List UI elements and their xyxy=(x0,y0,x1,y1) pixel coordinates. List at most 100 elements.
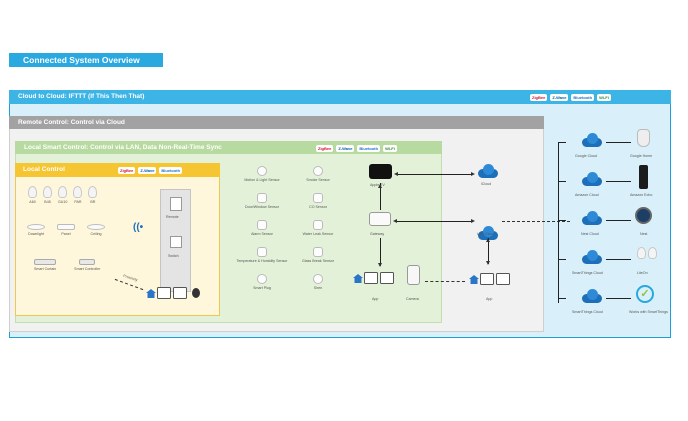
wireless-signal-icon: ((• xyxy=(133,222,144,233)
plug-icon xyxy=(257,274,267,284)
remote-control-header: Remote Control: Control via Cloud xyxy=(9,116,544,129)
smartthings-cloud-icon xyxy=(580,288,604,303)
alarm-sensor-icon xyxy=(257,220,267,230)
camera-app-link xyxy=(425,281,465,282)
arrow-down-icon xyxy=(378,263,382,267)
camera-icon xyxy=(407,265,420,285)
cloud-row: Nest Cloud Nest xyxy=(558,206,666,245)
arrow-down-icon xyxy=(486,261,490,265)
bulb-par: PAR xyxy=(73,186,83,204)
tv-icloud-link xyxy=(396,174,472,175)
temperature-sensor-icon xyxy=(257,247,267,257)
remote-label: Remote xyxy=(166,215,179,219)
siren-icon xyxy=(313,274,323,284)
smart-controller: Smart Controller xyxy=(74,259,100,271)
bulb-a60: A60 xyxy=(28,186,37,204)
bulb-row: A60 B45 GU10 PAR BR xyxy=(28,186,98,204)
page-title: Connected System Overview xyxy=(9,53,163,67)
bulb-icon xyxy=(58,186,68,198)
bulb-icon xyxy=(73,186,83,198)
cloud-row: Google Cloud Google Home xyxy=(558,128,666,167)
gateway-ledcloud-link xyxy=(395,221,472,222)
camera-label: Camera xyxy=(406,297,419,301)
liteon-bulbs xyxy=(637,247,657,259)
google-home-icon xyxy=(637,129,650,147)
gateway-app-link xyxy=(380,238,381,266)
gateway-icon xyxy=(369,212,391,226)
tablet-icon xyxy=(364,272,378,284)
apple-tv-icon xyxy=(369,164,392,179)
led-cloud-label: LED Cloud xyxy=(477,232,495,236)
smart-protocols: ZigBee Z-Wave Bluetooth Wi-Fi xyxy=(316,145,397,152)
bluetooth-logo: Bluetooth xyxy=(571,94,595,101)
tablet-icon xyxy=(173,287,187,299)
zigbee-logo: ZigBee xyxy=(316,145,334,152)
cloud-row: SmartThings Cloud ✓ Works with SmartThin… xyxy=(558,284,668,323)
motion-sensor-icon xyxy=(257,166,267,176)
bulb-icon xyxy=(43,186,52,198)
cloud-bus xyxy=(558,143,559,303)
nest-thermostat-icon xyxy=(635,207,652,224)
sensor-door: Door/Window Sensor xyxy=(232,193,292,209)
sensor-water: Water Leak Sensor xyxy=(292,220,344,236)
downlight-icon xyxy=(27,224,45,230)
ledcloud-cloud-link xyxy=(502,221,570,222)
smartthings-cloud-icon xyxy=(580,249,604,264)
tablet-icon xyxy=(496,273,510,285)
tablet-icon xyxy=(157,287,171,299)
google-cloud-icon xyxy=(580,132,604,147)
outer-protocols: ZigBee Z-Wave Bluetooth Wi-Fi xyxy=(530,94,611,101)
sensor-smoke: Smoke Sensor xyxy=(292,166,344,182)
curtain-row: Smart Curtain Smart Controller xyxy=(34,259,100,271)
switch-icon xyxy=(170,236,182,248)
fixture-row: Downlight Panel Ceiling xyxy=(27,224,105,236)
bulb-icon xyxy=(88,186,98,198)
checkmark-icon: ✓ xyxy=(636,285,654,303)
co-sensor-icon xyxy=(313,193,323,203)
app-right-label: App xyxy=(486,297,493,301)
bulb-br: BR xyxy=(88,186,98,204)
bulb-icon xyxy=(648,247,657,259)
controller-icon xyxy=(79,259,96,265)
icloud-label: iCloud xyxy=(481,182,492,186)
door-sensor-icon xyxy=(257,193,267,203)
downlight: Downlight xyxy=(27,224,45,236)
icloud-icon xyxy=(476,163,500,178)
glass-sensor-icon xyxy=(313,247,323,257)
zwave-logo: Z-Wave xyxy=(550,94,569,101)
arrow-left-icon xyxy=(393,219,397,223)
remote-icon xyxy=(170,197,182,211)
zwave-logo: Z-Wave xyxy=(336,145,355,152)
water-sensor-icon xyxy=(313,220,323,230)
amazon-cloud-icon xyxy=(580,171,604,186)
bluetooth-logo: Bluetooth xyxy=(159,167,183,174)
cloud-list: Google Cloud Google Home Amazon Cloud Am… xyxy=(558,128,668,323)
tablet-icon xyxy=(380,272,394,284)
wifi-logo: Wi-Fi xyxy=(597,94,611,101)
sensor-grid: Motion & Light Sensor Smoke Sensor Door/… xyxy=(232,166,344,290)
app-left-label: App xyxy=(372,297,379,301)
bulb-icon xyxy=(637,247,646,259)
sensor-co: CO Sensor xyxy=(292,193,344,209)
zwave-logo: Z-Wave xyxy=(138,167,157,174)
curtain-icon xyxy=(34,259,57,265)
cloud-row: Amazon Cloud Amazon Echo xyxy=(558,165,666,206)
panel-icon xyxy=(57,224,75,230)
bluetooth-logo: Bluetooth xyxy=(357,145,381,152)
arrow-right-icon xyxy=(471,219,475,223)
ceiling-icon xyxy=(87,224,105,230)
cloud-row: SmartThings Cloud LiteOn xyxy=(558,245,666,284)
siren: Siren xyxy=(292,274,344,290)
gateway-label: Gateway xyxy=(370,232,385,236)
sensor-temp: Temperature & Humidity Sensor xyxy=(232,247,292,263)
tablet-icon xyxy=(480,273,494,285)
ceiling-light: Ceiling xyxy=(87,224,105,236)
arrow-right-icon xyxy=(471,172,475,176)
bulb-b45: B45 xyxy=(43,186,52,204)
smoke-sensor-icon xyxy=(313,166,323,176)
switch-label: Switch xyxy=(168,254,179,258)
wifi-logo: Wi-Fi xyxy=(383,145,397,152)
amazon-echo-icon xyxy=(639,165,648,189)
panel-light: Panel xyxy=(57,224,75,236)
sensor-glass: Glass Break Sensor xyxy=(292,247,344,263)
